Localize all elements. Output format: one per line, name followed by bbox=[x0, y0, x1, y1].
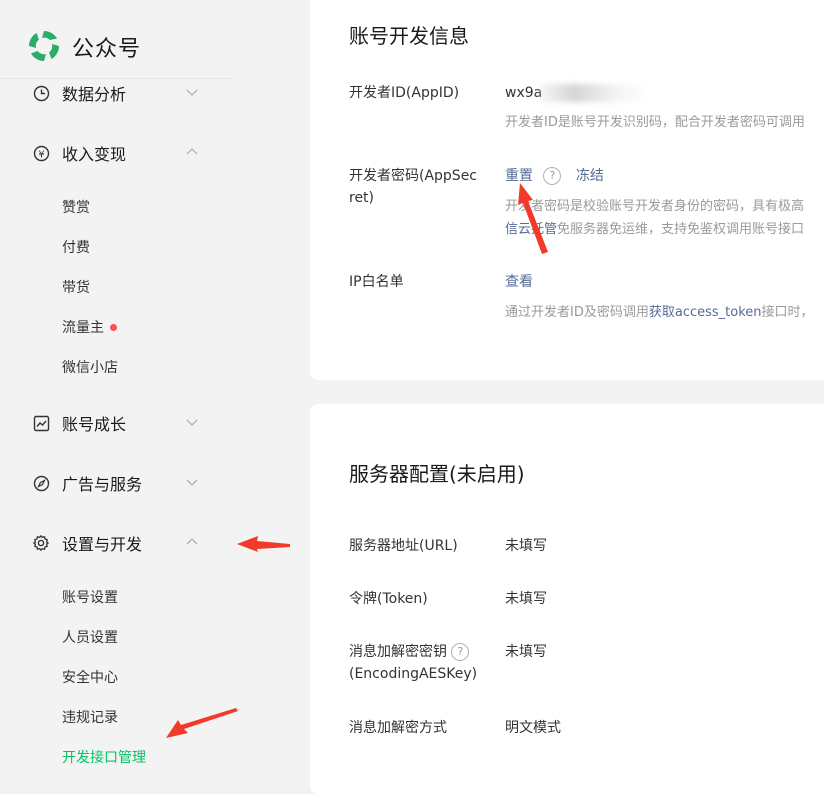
server-url-value: 未填写 bbox=[505, 538, 547, 554]
sidebar-item-data-analysis[interactable]: 数据分析 bbox=[32, 81, 202, 105]
wechat-cloud-hosting-link[interactable]: 信云托管 bbox=[505, 222, 557, 237]
sidebar-item-label: 流量主 bbox=[62, 320, 104, 336]
sidebar-subitem-paid[interactable]: 付费 bbox=[62, 237, 90, 257]
sidebar-item-settings-dev[interactable]: 设置与开发 bbox=[32, 531, 202, 555]
encoding-aes-key-label-line1: 消息加解密密钥 bbox=[349, 644, 447, 660]
gear-icon bbox=[32, 534, 50, 552]
appsecret-description-line1: 开发者密码是校验账号开发者身份的密码，具有极高 bbox=[505, 199, 805, 214]
help-icon[interactable]: ? bbox=[451, 643, 470, 661]
freeze-secret-link[interactable]: 冻结 bbox=[576, 168, 604, 184]
sidebar-subitem-commerce[interactable]: 带货 bbox=[62, 277, 90, 297]
encoding-aes-key-value: 未填写 bbox=[505, 644, 547, 660]
yen-circle-icon: ¥ bbox=[32, 144, 50, 162]
help-icon[interactable]: ? bbox=[543, 167, 562, 185]
compass-icon bbox=[32, 474, 50, 492]
encryption-mode-value: 明文模式 bbox=[505, 720, 561, 736]
reset-secret-link[interactable]: 重置 bbox=[505, 168, 533, 184]
sidebar-item-monetization[interactable]: ¥ 收入变现 bbox=[32, 141, 202, 165]
appsecret-label-line2: ret) bbox=[349, 190, 375, 206]
chevron-down-icon bbox=[186, 479, 198, 486]
server-url-label: 服务器地址(URL) bbox=[349, 538, 458, 554]
ip-desc-text-tail: 接口时， bbox=[761, 305, 814, 320]
wechat-official-account-logo-icon bbox=[28, 30, 60, 62]
sidebar-subitem-staff-settings[interactable]: 人员设置 bbox=[62, 627, 118, 647]
ip-whitelist-label: IP白名单 bbox=[349, 274, 404, 290]
trend-chart-icon bbox=[32, 414, 50, 432]
sidebar-item-ads-services[interactable]: 广告与服务 bbox=[32, 471, 202, 495]
sidebar-item-label: 账号成长 bbox=[62, 415, 127, 434]
sidebar-subitem-account-settings[interactable]: 账号设置 bbox=[62, 587, 118, 607]
appsecret-description-line2: 信云托管免服务器免运维，支持免鉴权调用账号接口 bbox=[505, 219, 804, 241]
sidebar-subitem-appreciation[interactable]: 赞赏 bbox=[62, 197, 90, 217]
appid-label: 开发者ID(AppID) bbox=[349, 85, 460, 101]
appid-redaction bbox=[537, 84, 649, 102]
ip-whitelist-description: 通过开发者ID及密码调用获取access_token接口时， bbox=[505, 302, 814, 324]
sidebar-subitem-violation-records[interactable]: 违规记录 bbox=[62, 707, 118, 727]
encryption-mode-label: 消息加解密方式 bbox=[349, 720, 447, 736]
sidebar-item-account-growth[interactable]: 账号成长 bbox=[32, 411, 202, 435]
encoding-aes-key-label: 消息加解密密钥 ? (EncodingAESKey) bbox=[349, 641, 477, 685]
app-title: 公众号 bbox=[72, 37, 142, 62]
dev-info-title: 账号开发信息 bbox=[349, 24, 469, 48]
sidebar-divider bbox=[0, 78, 232, 79]
chevron-down-icon bbox=[186, 89, 198, 96]
appsecret-actions: 重置 ? 冻结 bbox=[505, 165, 604, 187]
sidebar-subitem-security-center[interactable]: 安全中心 bbox=[62, 667, 118, 687]
token-label: 令牌(Token) bbox=[349, 591, 428, 607]
notification-dot bbox=[110, 323, 117, 331]
get-access-token-link[interactable]: 获取access_token bbox=[649, 305, 762, 320]
clock-icon bbox=[32, 84, 50, 102]
server-config-title: 服务器配置(未启用) bbox=[349, 462, 525, 486]
chevron-down-icon bbox=[186, 419, 198, 426]
arrow-to-settings-dev-icon bbox=[237, 536, 290, 552]
appsecret-desc-text: 免服务器免运维，支持免鉴权调用账号接口 bbox=[557, 222, 805, 237]
chevron-up-icon bbox=[186, 148, 198, 155]
ip-whitelist-view-link[interactable]: 查看 bbox=[505, 271, 533, 293]
chevron-up-icon bbox=[186, 538, 198, 545]
sidebar-subitem-wechat-shop[interactable]: 微信小店 bbox=[62, 357, 118, 377]
encoding-aes-key-label-line2: (EncodingAESKey) bbox=[349, 666, 478, 682]
token-value: 未填写 bbox=[505, 591, 547, 607]
sidebar-item-label: 数据分析 bbox=[62, 85, 127, 104]
appsecret-label-line1: 开发者密码(AppSec bbox=[349, 168, 478, 184]
appid-description: 开发者ID是账号开发识别码，配合开发者密码可调用 bbox=[505, 115, 805, 130]
sidebar-subitem-traffic-master[interactable]: 流量主 bbox=[62, 317, 117, 337]
sidebar-item-label: 广告与服务 bbox=[62, 475, 143, 494]
ip-desc-text: 通过开发者ID及密码调用 bbox=[505, 305, 649, 320]
sidebar-item-label: 设置与开发 bbox=[62, 535, 143, 554]
sidebar: 公众号 数据分析 ¥ 收入变现 赞赏 付费 带货 流量主 微信小店 账号成长 广… bbox=[0, 0, 232, 778]
sidebar-item-label: 收入变现 bbox=[62, 145, 127, 164]
sidebar-subitem-dev-interface[interactable]: 开发接口管理 bbox=[62, 747, 146, 767]
svg-text:¥: ¥ bbox=[38, 149, 44, 160]
appsecret-label: 开发者密码(AppSec ret) bbox=[349, 165, 477, 209]
